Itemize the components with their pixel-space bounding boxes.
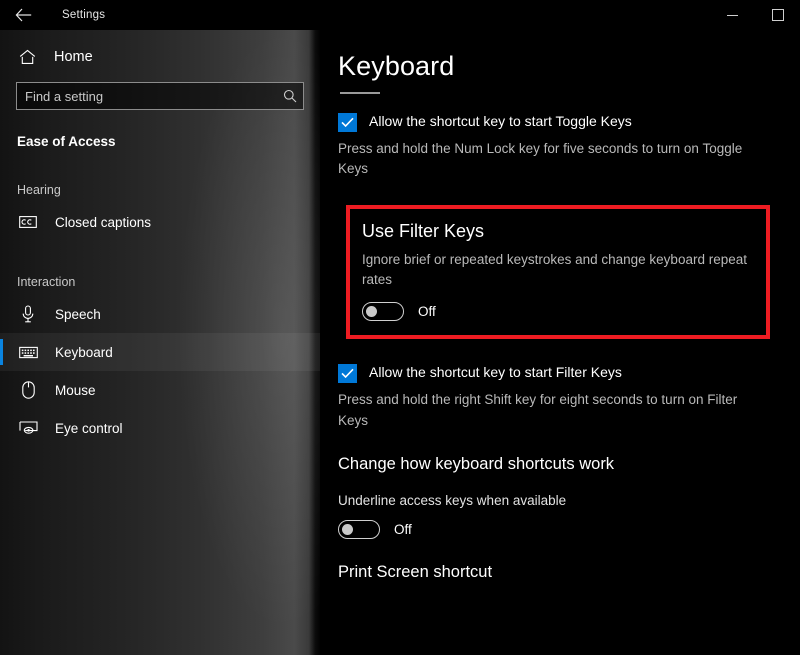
keyboard-icon [17,346,39,359]
sidebar-item-label: Keyboard [55,344,113,360]
toggle-knob [366,306,377,318]
back-button[interactable] [0,0,46,30]
filter-keys-heading: Use Filter Keys [362,221,485,242]
toggle-keys-checkbox-row[interactable]: Allow the shortcut key to start Toggle K… [338,112,770,132]
window-title: Settings [62,9,106,21]
underline-access-keys-block: Underline access keys when available Off [338,493,770,539]
sidebar-item-closed-captions[interactable]: Closed captions [0,203,320,241]
window-body: Home Ease of Access Hearing [0,30,800,655]
underline-access-keys-toggle-row[interactable]: Off [338,519,770,539]
filter-keys-toggle-row[interactable]: Off [362,302,752,322]
sidebar-item-eye-control[interactable]: Eye control [0,409,320,447]
microphone-icon [17,305,39,323]
minimize-icon [727,14,738,16]
home-label: Home [54,49,93,65]
title-bar: Settings [0,0,800,30]
search-input[interactable] [17,88,277,104]
keyboard-shortcuts-section: Change how keyboard shortcuts work Under… [338,455,770,539]
underline-access-keys-toggle[interactable] [338,519,380,539]
sidebar-item-home[interactable]: Home [0,40,320,74]
maximize-button[interactable] [755,0,800,30]
underline-access-keys-state: Off [394,521,412,537]
sidebar-item-label: Mouse [55,382,96,398]
settings-window: Settings Home Find a setting Ease of Acc… [0,0,800,655]
maximize-icon [771,9,784,21]
sidebar-item-keyboard[interactable]: Keyboard [0,333,320,371]
keyboard-shortcuts-heading: Change how keyboard shortcuts work [338,454,615,473]
eye-control-icon [17,421,39,435]
print-screen-heading: Print Screen shortcut [338,562,493,581]
filter-keys-checkbox-row[interactable]: Allow the shortcut key to start Filter K… [338,363,770,384]
title-underline [340,91,380,94]
print-screen-section: Print Screen shortcut [338,563,770,583]
filter-keys-shortcut-block: Allow the shortcut key to start Filter K… [338,363,770,431]
sidebar-item-label: Eye control [55,420,123,436]
sidebar: Home Ease of Access Hearing [0,30,320,655]
back-arrow-icon [15,8,32,22]
toggle-knob [342,523,353,535]
closed-captions-icon [17,215,39,229]
filter-keys-shortcut-description: Press and hold the right Shift key for e… [338,392,738,428]
search-icon[interactable] [277,89,303,103]
toggle-keys-checkbox-label: Allow the shortcut key to start Toggle K… [369,112,632,129]
main-content: Keyboard Allow the shortcut key to start… [320,30,800,655]
search-box[interactable] [16,82,304,110]
filter-keys-checkbox-label: Allow the shortcut key to start Filter K… [369,364,622,381]
toggle-keys-description: Press and hold the Num Lock key for five… [338,140,743,176]
sidebar-item-speech[interactable]: Speech [0,295,320,333]
sidebar-group-label-interaction: Interaction [17,275,76,289]
sidebar-item-label: Speech [55,306,101,322]
selection-accent-bar [0,339,3,365]
filter-keys-highlight-box: Use Filter Keys Ignore brief or repeated… [346,205,770,340]
mouse-icon [17,381,39,399]
toggle-keys-checkbox[interactable] [338,112,357,132]
sidebar-section-title: Ease of Access [17,134,116,149]
page-title: Keyboard [338,51,455,81]
sidebar-group-label-hearing: Hearing [17,183,61,197]
sidebar-item-mouse[interactable]: Mouse [0,371,320,409]
home-icon [16,49,38,65]
minimize-button[interactable] [710,0,755,30]
sidebar-item-label: Closed captions [55,214,152,230]
underline-access-keys-label: Underline access keys when available [338,492,567,508]
filter-keys-toggle[interactable] [362,302,404,322]
filter-keys-checkbox[interactable] [338,364,357,384]
filter-keys-toggle-state: Off [418,304,436,320]
filter-keys-description: Ignore brief or repeated keystrokes and … [362,251,747,288]
